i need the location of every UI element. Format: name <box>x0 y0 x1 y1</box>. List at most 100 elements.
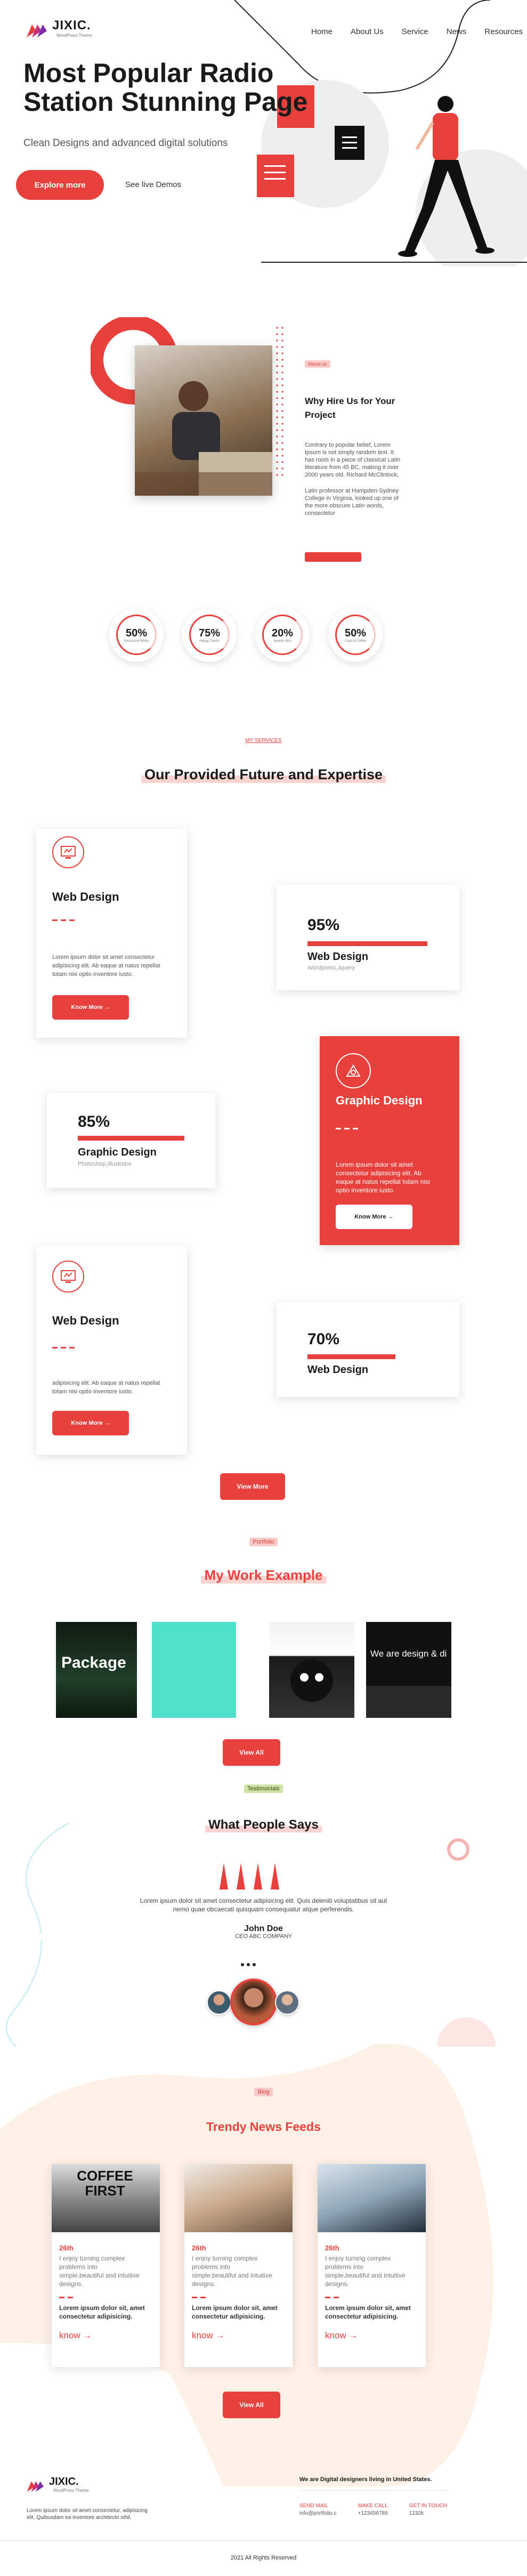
know-more-button[interactable]: Know More → <box>336 1205 412 1229</box>
footer-logo-text: JIXIC. <box>49 2476 79 2488</box>
contact-value: info@portfolio.c <box>299 2510 337 2516</box>
contact-label: GET IN TOUCH <box>409 2503 447 2509</box>
decor-dot <box>276 461 278 463</box>
carousel-dot[interactable] <box>241 1963 244 1966</box>
decor-dot <box>281 467 283 470</box>
decor-dot <box>281 372 283 374</box>
decor-dot <box>276 359 278 361</box>
web-design-icon <box>52 1261 84 1293</box>
footer-logo[interactable]: JIXIC. WordPress Theme <box>27 2476 88 2493</box>
testimonials-title: What People Says <box>205 1818 322 1832</box>
decor-dot <box>276 474 278 476</box>
decor-dot <box>281 365 283 367</box>
stat-happy-clients: 75% Happy Clients <box>182 608 237 662</box>
stat-awards: 20% Awards Won <box>255 608 310 662</box>
avatar-active[interactable] <box>230 1979 277 2025</box>
news-know-more-link[interactable]: know → <box>59 2330 152 2341</box>
contact-value: 1232k <box>409 2510 424 2516</box>
blog-title-wrap: Trendy News Feeds <box>0 2120 527 2134</box>
stat-coffee: 50% Cups of Coffee <box>328 608 383 662</box>
portfolio-item-teal[interactable] <box>152 1622 236 1718</box>
decor-dot <box>276 403 278 406</box>
hero-title: Most Popular Radio Station Stunning Page <box>23 59 322 116</box>
footer-contacts: SEND MAIL info@portfolio.c MAKE CALL +1234… <box>299 2503 447 2516</box>
carousel-dot[interactable] <box>247 1963 250 1966</box>
portfolio-tag: Portfolio <box>249 1538 278 1546</box>
contact-touch[interactable]: GET IN TOUCH 1232k <box>409 2503 447 2516</box>
logo-tagline: WordPress Theme <box>56 33 92 38</box>
service-card-graphic-design: Graphic Design Lorem ipsum dolor sit ame… <box>320 1036 459 1245</box>
know-more-button[interactable]: Know More → <box>52 995 129 1020</box>
news-card[interactable]: 26th I enjoy turning complex problems int… <box>184 2164 293 2367</box>
see-live-demos-link[interactable]: See live Demos <box>125 180 181 189</box>
decor-dot <box>276 467 278 470</box>
skill-title: Graphic Design <box>78 1146 157 1158</box>
portfolio-item-dark[interactable] <box>269 1622 354 1718</box>
blog-tag: Blog <box>254 2088 273 2096</box>
skill-title: Web Design <box>307 1364 369 1376</box>
news-bold: Lorem ipsum dolor sit, amet consectetur a… <box>59 2304 145 2320</box>
hero-title-line2: Station Stunning Page <box>23 87 308 117</box>
service-card-text: adipisicing elit. Ab eaque at natus repe… <box>52 1380 160 1395</box>
decor-dot <box>281 340 283 342</box>
about-p2-line: consectetur <box>305 510 335 516</box>
decor-dot <box>281 442 283 444</box>
dash-divider <box>192 2297 285 2298</box>
graphic-design-icon <box>336 1053 371 1088</box>
about-p2-line: Latin professor at Hampden-Sydney <box>305 488 399 494</box>
testimonial-company: CEO ABC COMPANY <box>0 1933 527 1940</box>
carousel-dot[interactable] <box>253 1963 256 1966</box>
service-card-title: Web Design <box>52 890 119 903</box>
news-know-more-link[interactable]: know → <box>325 2330 418 2341</box>
decor-dot <box>276 372 278 374</box>
portfolio-item-design[interactable]: We are design & di <box>366 1622 451 1718</box>
avatar-left[interactable] <box>207 1990 231 2015</box>
view-more-button[interactable]: View More <box>220 1473 285 1500</box>
portfolio-item-package[interactable]: Package <box>56 1622 137 1718</box>
stats-row: 50% Successful Works 75% Happy Clients 20%… <box>109 608 383 662</box>
explore-more-button[interactable]: Explore more <box>16 170 104 200</box>
about-p1-line: literature from 45 BC, making it over <box>305 464 399 471</box>
news-know-more-link[interactable]: know → <box>192 2330 285 2341</box>
service-card-web-design: Web Design Lorem ipsum dolor sit amet co… <box>36 829 187 1038</box>
footer-logo-tagline: WordPress Theme <box>53 2488 89 2493</box>
skill-bar <box>78 1136 184 1141</box>
news-card[interactable]: 26th I enjoy turning complex problems int… <box>318 2164 426 2367</box>
stat-label: Successful Works <box>124 639 149 643</box>
about-read-more-button[interactable] <box>305 552 361 562</box>
decor-dot <box>281 352 283 354</box>
decor-dot <box>276 346 278 348</box>
skill-value: 95% <box>307 916 340 934</box>
know-more-button[interactable]: Know More → <box>52 1411 129 1435</box>
decor-dot <box>281 397 283 399</box>
decor-dot <box>276 448 278 450</box>
decor-dot <box>276 333 278 335</box>
avatar-right[interactable] <box>275 1990 299 2015</box>
about-heading-line2: Project <box>305 410 336 420</box>
footer-about-line: Lorem ipsum dolor sit amet consectetur, … <box>27 2508 148 2514</box>
logo[interactable]: JIXIC. WordPress Theme <box>27 18 92 38</box>
portfolio-title: My Work Example <box>201 1567 326 1584</box>
contact-label: MAKE CALL <box>358 2503 388 2509</box>
service-card-text: Lorem ipsum dolor sit amet consectetur ad… <box>52 954 160 978</box>
news-date: 26th <box>325 2244 339 2252</box>
hero-title-line1: Most Popular Radio <box>23 58 274 88</box>
contact-mail[interactable]: SEND MAIL info@portfolio.c <box>299 2503 337 2516</box>
testimonial-name: John Doe <box>244 1924 283 1933</box>
news-image-text: COFFEE FIRST <box>77 2168 133 2199</box>
footer-heading: We are Digital designers living in Unite… <box>299 2476 432 2483</box>
about-p2-line: the more obscure Latin words, <box>305 503 384 509</box>
about-p1-line: 2000 years old. Richard McClintock, <box>305 472 399 478</box>
news-date: 26th <box>59 2244 74 2252</box>
portfolio-view-all-button[interactable]: View All <box>223 1739 280 1766</box>
decor-dot <box>281 423 283 425</box>
decor-dot <box>281 410 283 412</box>
stat-value: 20% <box>271 627 294 639</box>
service-card-title: Graphic Design <box>336 1094 423 1107</box>
blog-view-all-button[interactable]: View All <box>223 2392 280 2418</box>
dash-divider <box>59 2297 152 2298</box>
news-card[interactable]: COFFEE FIRST 26th I enjoy turning comple… <box>52 2164 160 2367</box>
about-p1-line: Ipsum is not simply random text. It <box>305 449 394 456</box>
contact-call[interactable]: MAKE CALL +123456789 <box>358 2503 388 2516</box>
decor-dot <box>276 397 278 399</box>
